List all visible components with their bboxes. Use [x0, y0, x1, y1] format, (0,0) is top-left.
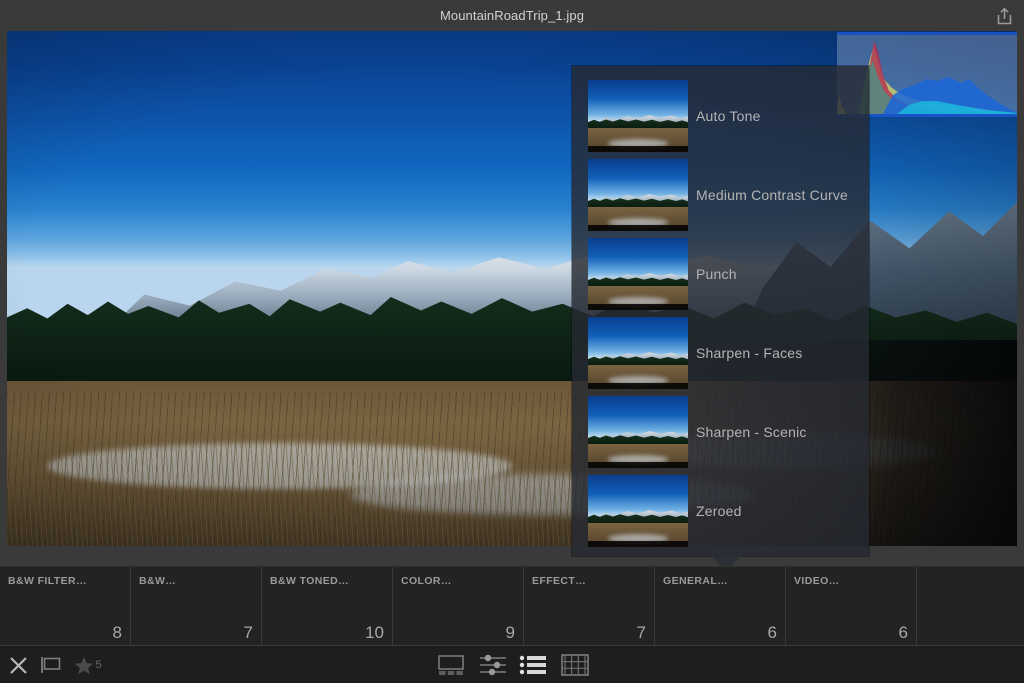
adjust-sliders-icon[interactable] [478, 653, 508, 677]
category-label: B&W… [139, 575, 177, 587]
category-label: GENERAL… [663, 575, 729, 587]
category-count: 10 [365, 623, 384, 642]
category-label: B&W TONED… [270, 575, 350, 587]
category-count: 7 [243, 623, 253, 642]
category-cell-bw-filter[interactable]: B&W FILTER… 8 [0, 567, 131, 646]
loupe-view-icon[interactable] [436, 653, 466, 677]
preset-item-sharpen-scenic[interactable]: Sharpen - Scenic [588, 396, 853, 468]
star-rating-count: 5 [95, 659, 102, 671]
preset-thumbnail [588, 317, 688, 389]
preset-item-medium-contrast-curve[interactable]: Medium Contrast Curve [588, 159, 853, 231]
preset-item-label: Auto Tone [696, 108, 761, 124]
category-cell-effect[interactable]: EFFECT… 7 [524, 567, 655, 646]
reject-x-icon[interactable] [6, 653, 30, 677]
category-count: 8 [112, 623, 122, 642]
preset-item-label: Sharpen - Faces [696, 345, 803, 361]
star-icon[interactable]: 5 [70, 653, 106, 677]
category-count: 6 [767, 623, 777, 642]
title-bar: MountainRoadTrip_1.jpg [0, 0, 1024, 31]
preset-thumbnail [588, 475, 688, 547]
bottom-toolbar: 5 [0, 645, 1024, 683]
preset-item-label: Sharpen - Scenic [696, 424, 807, 440]
category-cell-bw[interactable]: B&W… 7 [131, 567, 262, 646]
preset-thumbnail [588, 80, 688, 152]
preset-item-label: Zeroed [696, 503, 742, 519]
preset-list-popup[interactable]: Auto Tone Medium Contrast Curve Punch Sh… [572, 66, 869, 556]
page-title: MountainRoadTrip_1.jpg [439, 8, 585, 23]
category-count: 9 [505, 623, 515, 642]
category-label: EFFECT… [532, 575, 587, 587]
category-label: VIDEO… [794, 575, 840, 587]
category-count: 7 [636, 623, 646, 642]
category-cell-bw-toned[interactable]: B&W TONED… 10 [262, 567, 393, 646]
category-cell-empty[interactable] [917, 567, 1024, 646]
preset-thumbnail [588, 396, 688, 468]
category-cell-general[interactable]: GENERAL… 6 [655, 567, 786, 646]
category-count: 6 [898, 623, 908, 642]
preset-item-label: Punch [696, 266, 737, 282]
application-window: MountainRoadTrip_1.jpg Auto Tone Medium … [0, 0, 1024, 683]
grid-view-icon[interactable] [560, 653, 590, 677]
preset-category-bar: B&W FILTER… 8 B&W… 7 B&W TONED… 10 COLOR… [0, 566, 1024, 646]
category-label: B&W FILTER… [8, 575, 87, 587]
category-cell-video[interactable]: VIDEO… 6 [786, 567, 917, 646]
preset-item-sharpen-faces[interactable]: Sharpen - Faces [588, 317, 853, 389]
category-label: COLOR… [401, 575, 452, 587]
category-cell-color[interactable]: COLOR… 9 [393, 567, 524, 646]
upload-arrow-icon[interactable] [992, 4, 1016, 28]
flag-icon[interactable] [38, 653, 64, 677]
preset-item-auto-tone[interactable]: Auto Tone [588, 80, 853, 152]
preset-item-zeroed[interactable]: Zeroed [588, 475, 853, 547]
preset-thumbnail [588, 238, 688, 310]
preset-item-punch[interactable]: Punch [588, 238, 853, 310]
preset-item-label: Medium Contrast Curve [696, 187, 849, 203]
preset-thumbnail [588, 159, 688, 231]
list-view-icon[interactable] [518, 653, 548, 677]
